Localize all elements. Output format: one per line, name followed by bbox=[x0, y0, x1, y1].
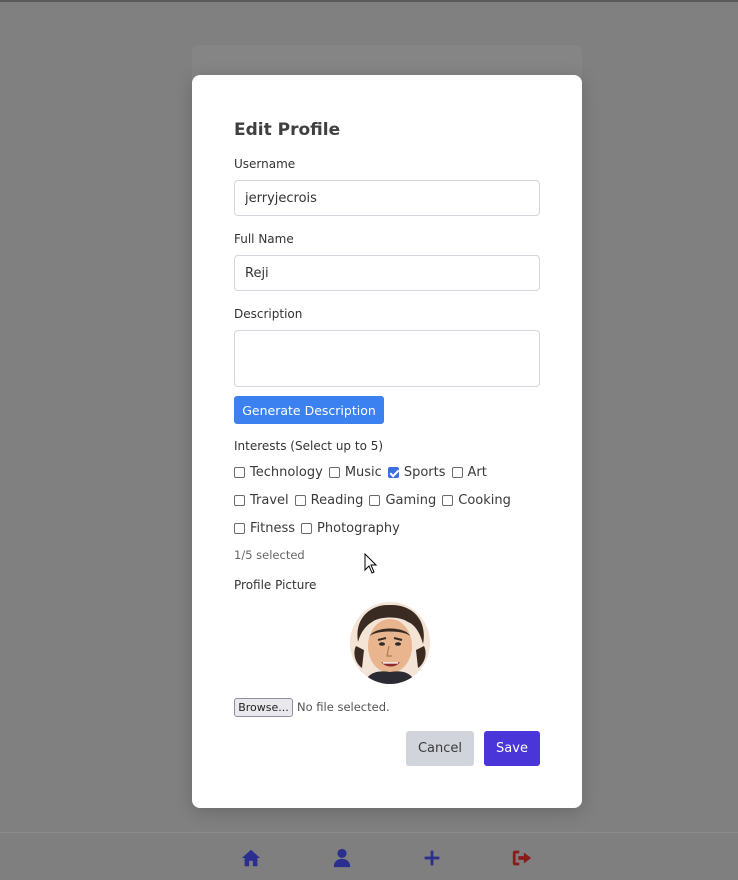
browse-file-button[interactable]: Browse... bbox=[234, 698, 293, 717]
interest-music[interactable]: Music bbox=[328, 465, 382, 480]
home-icon[interactable] bbox=[240, 847, 262, 869]
checkbox-gaming[interactable] bbox=[369, 495, 381, 506]
interests-selected-count: 1/5 selected bbox=[234, 548, 305, 562]
save-button[interactable]: Save bbox=[484, 731, 540, 766]
interest-label: Fitness bbox=[250, 521, 296, 536]
interest-photography[interactable]: Photography bbox=[301, 521, 400, 536]
file-status-text: No file selected. bbox=[297, 700, 390, 714]
interest-art[interactable]: Art bbox=[451, 465, 487, 480]
checkbox-travel[interactable] bbox=[234, 495, 245, 506]
username-label: Username bbox=[234, 157, 296, 171]
interest-label: Music bbox=[344, 465, 382, 480]
edit-profile-modal: Edit Profile Username Full Name Descript… bbox=[192, 75, 582, 808]
checkbox-technology[interactable] bbox=[234, 467, 245, 478]
checkbox-reading[interactable] bbox=[294, 495, 306, 506]
interest-reading[interactable]: Reading bbox=[294, 493, 364, 508]
interest-label: Art bbox=[467, 465, 487, 480]
modal-title: Edit Profile bbox=[234, 120, 341, 140]
user-icon[interactable] bbox=[331, 847, 353, 869]
checkbox-fitness[interactable] bbox=[234, 523, 245, 534]
interest-fitness[interactable]: Fitness bbox=[234, 521, 295, 536]
interest-label: Gaming bbox=[385, 493, 437, 508]
interest-travel[interactable]: Travel bbox=[234, 493, 289, 508]
interests-row-1: Technology Music Sports Art bbox=[234, 465, 493, 480]
interests-label: Interests (Select up to 5) bbox=[234, 439, 384, 453]
bottom-nav bbox=[0, 832, 738, 880]
checkbox-music[interactable] bbox=[328, 467, 340, 478]
generate-description-button[interactable]: Generate Description bbox=[234, 396, 384, 424]
full-name-input[interactable] bbox=[234, 255, 540, 291]
logout-icon[interactable] bbox=[511, 847, 533, 869]
interest-label: Technology bbox=[250, 465, 323, 480]
profile-picture-label: Profile Picture bbox=[234, 578, 317, 592]
top-border bbox=[0, 0, 738, 2]
description-label: Description bbox=[234, 307, 303, 321]
cancel-button[interactable]: Cancel bbox=[406, 731, 474, 766]
username-input[interactable] bbox=[234, 180, 540, 216]
interest-gaming[interactable]: Gaming bbox=[369, 493, 436, 508]
interest-technology[interactable]: Technology bbox=[234, 465, 323, 480]
mouse-cursor-icon bbox=[364, 553, 378, 574]
checkbox-sports[interactable] bbox=[387, 467, 399, 478]
plus-icon[interactable] bbox=[421, 847, 443, 869]
interest-cooking[interactable]: Cooking bbox=[442, 493, 511, 508]
avatar-portrait bbox=[350, 602, 430, 684]
interests-row-3: Fitness Photography bbox=[234, 521, 406, 536]
checkbox-art[interactable] bbox=[451, 467, 463, 478]
checkbox-cooking[interactable] bbox=[442, 495, 454, 506]
interest-label: Sports bbox=[403, 465, 446, 480]
interest-label: Travel bbox=[250, 493, 289, 508]
interest-label: Cooking bbox=[458, 493, 511, 508]
interest-label: Photography bbox=[317, 521, 400, 536]
interest-sports[interactable]: Sports bbox=[387, 465, 446, 480]
description-textarea[interactable] bbox=[234, 330, 540, 387]
full-name-label: Full Name bbox=[234, 232, 294, 246]
avatar bbox=[350, 602, 430, 684]
checkbox-photography[interactable] bbox=[301, 523, 313, 534]
interest-label: Reading bbox=[310, 493, 364, 508]
interests-row-2: Travel Reading Gaming Cooking bbox=[234, 493, 517, 508]
